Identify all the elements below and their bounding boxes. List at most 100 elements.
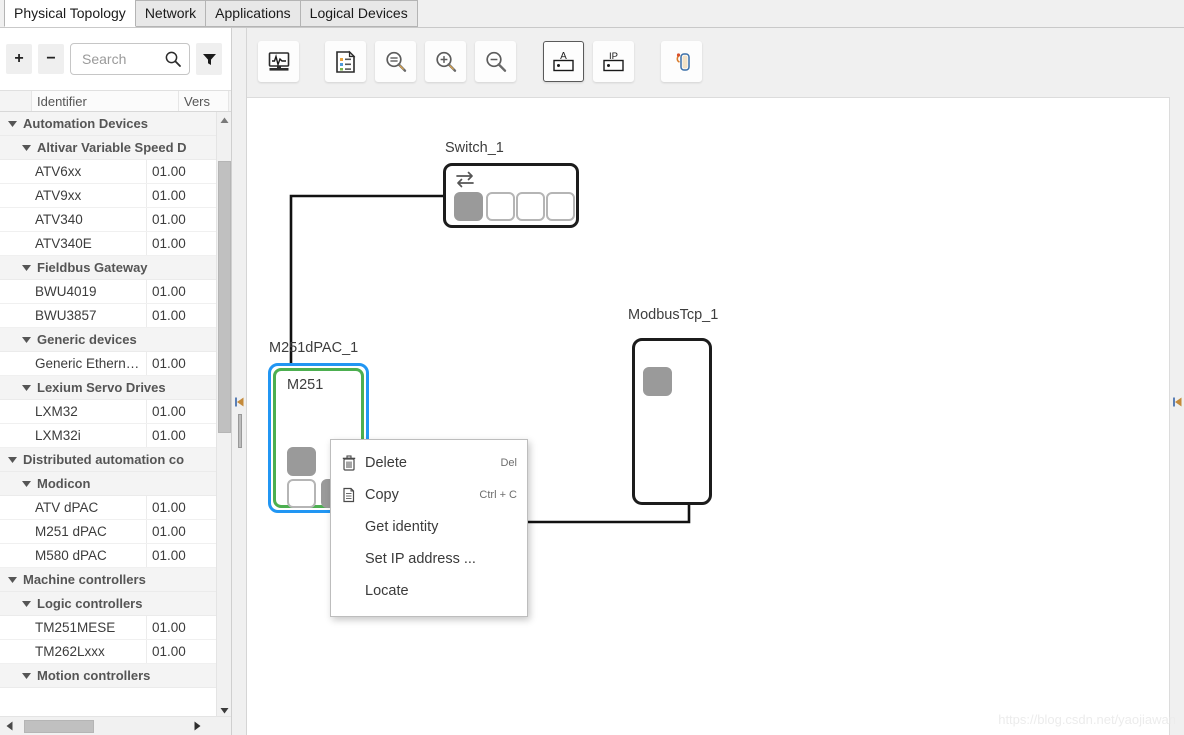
catalog-device-version: 01.00 [147, 616, 202, 639]
caret-down-icon[interactable] [21, 598, 32, 609]
tab-applications[interactable]: Applications [205, 0, 301, 27]
topology-canvas[interactable]: Switch_1 M251dPAC_1 M251 ModbusTcp_1 [247, 97, 1169, 735]
show-ip-address-button[interactable]: IP [593, 41, 634, 82]
menu-item-get-identity[interactable]: Get identity [331, 511, 527, 543]
menu-item-delete-shortcut: Del [500, 457, 517, 469]
catalog-device-row[interactable]: TM262Lxxx01.00 [0, 640, 217, 664]
node-modbustcp-1[interactable] [632, 338, 712, 505]
catalog-device-name: M251 dPAC [0, 520, 147, 543]
catalog-group-row[interactable]: Motion controllers [0, 664, 217, 688]
catalog-device-row[interactable]: TM251MESE01.00 [0, 616, 217, 640]
catalog-device-row[interactable]: ATV6xx01.00 [0, 160, 217, 184]
blink-device-icon [670, 50, 694, 74]
menu-item-copy[interactable]: Copy Ctrl + C [331, 479, 527, 511]
show-ip-address-icon: IP [600, 48, 627, 75]
collapse-panel-right-icon[interactable] [1173, 397, 1182, 407]
catalog-group-row[interactable]: Logic controllers [0, 592, 217, 616]
caret-down-icon[interactable] [21, 142, 32, 153]
catalog-group-row[interactable]: Distributed automation co [0, 448, 217, 472]
catalog-toolbar: + − [0, 28, 232, 90]
catalog-group-row[interactable]: Machine controllers [0, 568, 217, 592]
zoom-in-button[interactable] [425, 41, 466, 82]
column-header-version[interactable]: Vers [179, 91, 229, 111]
zoom-out-button[interactable] [475, 41, 516, 82]
catalog-group-row[interactable]: Fieldbus Gateway [0, 256, 217, 280]
caret-down-icon[interactable] [21, 478, 32, 489]
catalog-device-row[interactable]: Generic Ethernet fi...01.00 [0, 352, 217, 376]
catalog-group-label: Modicon [37, 476, 90, 491]
zoom-fit-button[interactable] [375, 41, 416, 82]
catalog-device-row[interactable]: ATV9xx01.00 [0, 184, 217, 208]
caret-down-icon[interactable] [21, 262, 32, 273]
catalog-group-label: Fieldbus Gateway [37, 260, 148, 275]
caret-down-icon[interactable] [7, 454, 18, 465]
tab-network[interactable]: Network [135, 0, 206, 27]
collapse-panel-left-icon[interactable] [235, 397, 244, 407]
caret-down-icon[interactable] [21, 334, 32, 345]
device-catalog-tree[interactable]: Automation Devices Altivar Variable Speed… [0, 112, 217, 718]
scroll-up-button[interactable] [217, 112, 232, 128]
expand-all-button[interactable]: + [6, 44, 32, 74]
tab-logical-devices[interactable]: Logical Devices [300, 0, 418, 27]
splitter-grip[interactable] [238, 414, 242, 448]
catalog-device-name: LXM32i [0, 424, 147, 447]
scroll-right-button[interactable] [188, 717, 206, 735]
collapse-all-button[interactable]: − [38, 44, 64, 74]
canvas-right-edge[interactable] [1169, 97, 1184, 735]
filter-button[interactable] [196, 43, 222, 75]
catalog-group-label: Automation Devices [23, 116, 148, 131]
node-context-menu[interactable]: Delete Del Copy Ctrl + C [330, 439, 528, 617]
node-label-modbustcp: ModbusTcp_1 [628, 307, 718, 323]
catalog-group-row[interactable]: Modicon [0, 472, 217, 496]
search-box[interactable] [70, 43, 190, 75]
caret-down-icon[interactable] [21, 382, 32, 393]
m251-port-2[interactable] [287, 479, 316, 508]
catalog-hscroll-thumb[interactable] [24, 720, 94, 733]
catalog-device-row[interactable]: BWU401901.00 [0, 280, 217, 304]
switch-port-1[interactable] [454, 192, 483, 221]
node-switch-1[interactable] [443, 163, 579, 228]
catalog-horizontal-scrollbar[interactable] [0, 716, 232, 735]
caret-down-icon[interactable] [7, 574, 18, 585]
menu-item-delete[interactable]: Delete Del [331, 447, 527, 479]
catalog-device-row[interactable]: M580 dPAC01.00 [0, 544, 217, 568]
menu-item-set-ip-address[interactable]: Set IP address ... [331, 543, 527, 575]
search-input[interactable] [71, 44, 165, 74]
catalog-device-row[interactable]: ATV340E01.00 [0, 232, 217, 256]
catalog-group-row[interactable]: Altivar Variable Speed D [0, 136, 217, 160]
catalog-device-row[interactable]: ATV34001.00 [0, 208, 217, 232]
switch-port-4[interactable] [546, 192, 575, 221]
caret-down-icon[interactable] [21, 670, 32, 681]
switch-port-3[interactable] [516, 192, 545, 221]
catalog-device-name: Generic Ethernet fi... [0, 352, 147, 375]
menu-item-locate[interactable]: Locate [331, 575, 527, 607]
catalog-device-row[interactable]: M251 dPAC01.00 [0, 520, 217, 544]
catalog-device-row[interactable]: LXM32i01.00 [0, 424, 217, 448]
catalog-group-row[interactable]: Automation Devices [0, 112, 217, 136]
tab-physical-topology[interactable]: Physical Topology [4, 0, 136, 27]
scan-network-button[interactable] [258, 41, 299, 82]
switch-port-2[interactable] [486, 192, 515, 221]
device-report-button[interactable] [325, 41, 366, 82]
catalog-group-row[interactable]: Generic devices [0, 328, 217, 352]
modbustcp-port-1[interactable] [643, 367, 672, 396]
triangle-right-icon [194, 721, 201, 731]
catalog-group-label: Machine controllers [23, 572, 146, 587]
menu-item-delete-label: Delete [365, 455, 486, 471]
column-header-identifier[interactable]: Identifier [32, 91, 179, 111]
panel-splitter[interactable] [232, 28, 247, 735]
node-label-m251dpac: M251dPAC_1 [269, 340, 358, 356]
catalog-device-version: 01.00 [147, 544, 202, 567]
catalog-scroll-thumb[interactable] [218, 161, 231, 433]
scroll-left-button[interactable] [0, 717, 18, 735]
caret-down-icon[interactable] [7, 118, 18, 129]
catalog-group-row[interactable]: Lexium Servo Drives [0, 376, 217, 400]
show-alias-name-button[interactable]: A [543, 41, 584, 82]
blink-device-button[interactable] [661, 41, 702, 82]
catalog-device-row[interactable]: ATV dPAC01.00 [0, 496, 217, 520]
m251-port-1[interactable] [287, 447, 316, 476]
catalog-device-row[interactable]: LXM3201.00 [0, 400, 217, 424]
catalog-vertical-scrollbar[interactable] [216, 112, 231, 718]
catalog-device-name: BWU3857 [0, 304, 147, 327]
catalog-device-row[interactable]: BWU385701.00 [0, 304, 217, 328]
